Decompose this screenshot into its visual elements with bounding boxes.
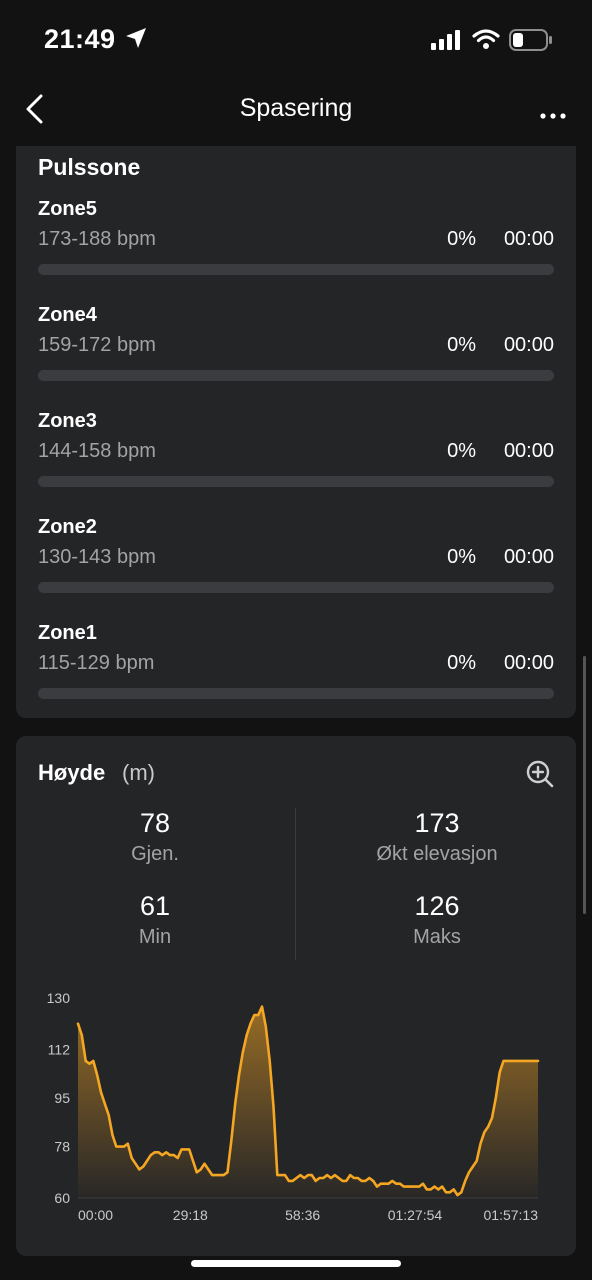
stat-max: 126 Maks: [312, 891, 562, 949]
zone-row: Zone4 159-172 bpm 0% 00:00: [38, 304, 554, 394]
y-tick-label: 78: [54, 1139, 70, 1155]
zone-progress-bar: [38, 688, 554, 699]
zone-percent: 0%: [447, 652, 476, 674]
x-tick-label: 58:36: [285, 1207, 320, 1223]
wifi-icon: [472, 28, 500, 55]
stats-divider: [295, 808, 296, 960]
zone-row: Zone2 130-143 bpm 0% 00:00: [38, 516, 554, 606]
stat-average: 78 Gjen.: [30, 808, 280, 866]
zone-range: 173-188 bpm: [38, 228, 156, 250]
elevation-unit: (m): [122, 760, 155, 785]
zone-range: 144-158 bpm: [38, 440, 156, 462]
pulse-zone-card: Pulssone Zone5 173-188 bpm 0% 00:00 Zone…: [16, 146, 576, 718]
stat-label: Gjen.: [131, 843, 179, 865]
zone-time: 00:00: [503, 546, 554, 568]
stat-label: Maks: [413, 926, 461, 948]
location-arrow-icon: [124, 26, 148, 55]
status-bar: 21:49: [0, 0, 592, 80]
elevation-area: [78, 1006, 538, 1198]
status-time: 21:49: [44, 24, 116, 54]
zone-range: 159-172 bpm: [38, 334, 156, 356]
zone-progress-bar: [38, 582, 554, 593]
home-indicator[interactable]: [191, 1260, 401, 1267]
x-tick-label: 01:27:54: [388, 1207, 443, 1223]
stat-value: 78: [139, 808, 171, 838]
zone-row: Zone3 144-158 bpm 0% 00:00: [38, 410, 554, 500]
battery-icon: [509, 29, 553, 56]
zone-percent: 0%: [447, 440, 476, 462]
zone-percent: 0%: [447, 334, 476, 356]
zone-time: 00:00: [503, 652, 554, 674]
zone-progress-bar: [38, 370, 554, 381]
cellular-signal-icon: [431, 30, 462, 55]
stat-min: 61 Min: [30, 891, 280, 949]
x-tick-label: 29:18: [173, 1207, 208, 1223]
stat-label: Økt elevasjon: [376, 843, 498, 865]
scrollbar[interactable]: [583, 656, 586, 914]
zone-time: 00:00: [503, 228, 554, 250]
zone-name: Zone1: [38, 622, 97, 644]
stat-value: 173: [414, 808, 460, 838]
zone-name: Zone3: [38, 410, 97, 432]
y-tick-label: 95: [54, 1090, 70, 1106]
stat-elevation-gain: 173 Økt elevasjon: [312, 808, 562, 866]
zone-percent: 0%: [447, 228, 476, 250]
elevation-title: Høyde: [38, 760, 106, 785]
zone-name: Zone2: [38, 516, 97, 538]
zone-time: 00:00: [503, 440, 554, 462]
zone-range: 115-129 bpm: [38, 652, 155, 674]
zoom-in-icon[interactable]: [526, 760, 554, 793]
zone-percent: 0%: [447, 546, 476, 568]
elevation-card: Høyde (m) 78 Gjen. 173 Økt elevasjon 61 …: [16, 736, 576, 1256]
stat-value: 126: [414, 891, 460, 921]
zone-row: Zone1 115-129 bpm 0% 00:00: [38, 622, 554, 712]
navigation-bar: Spasering: [0, 80, 592, 140]
zone-range: 130-143 bpm: [38, 546, 156, 568]
page-title: Spasering: [239, 94, 353, 122]
zone-row: Zone5 173-188 bpm 0% 00:00: [38, 198, 554, 288]
pulse-zone-title: Pulssone: [38, 154, 141, 180]
x-tick-label: 01:57:13: [484, 1207, 539, 1223]
y-tick-label: 112: [48, 1041, 71, 1057]
y-tick-label: 130: [47, 990, 71, 1006]
zone-progress-bar: [38, 264, 554, 275]
zone-time: 00:00: [503, 334, 554, 356]
zone-name: Zone5: [38, 198, 97, 220]
more-options-icon[interactable]: [540, 106, 566, 124]
zone-name: Zone4: [38, 304, 97, 326]
x-tick-label: 00:00: [78, 1207, 113, 1223]
stat-label: Min: [138, 926, 172, 948]
stat-value: 61: [139, 891, 171, 921]
zone-progress-bar: [38, 476, 554, 487]
elevation-chart: 130 112 95 78 60 00:00 29:18 58:36 01:27:54 01:57…: [47, 990, 540, 1223]
y-tick-label: 60: [54, 1190, 70, 1206]
